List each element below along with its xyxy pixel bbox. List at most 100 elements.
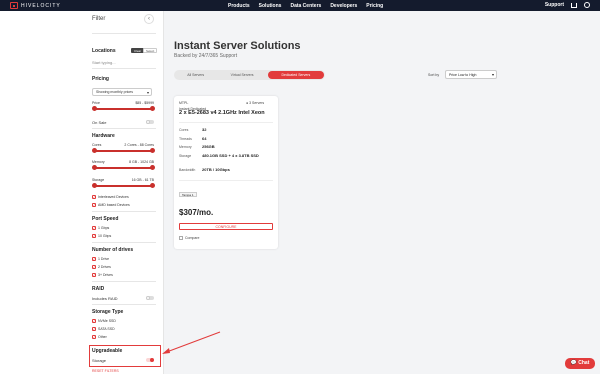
check-icon: ✓ <box>92 273 96 277</box>
check-icon: ✓ <box>92 234 96 238</box>
price-slider[interactable] <box>92 106 155 111</box>
pricing-title: Pricing <box>92 76 109 82</box>
slider-handle[interactable] <box>92 165 97 170</box>
spec-label: Threads <box>179 137 192 141</box>
nav-data-centers[interactable]: Data Centers <box>290 3 321 9</box>
checkbox-amd[interactable]: ✓ AMD based Devices <box>92 203 130 207</box>
divider <box>92 33 156 34</box>
tab-virtual-servers[interactable]: Virtual Servers <box>218 71 265 79</box>
page-title: Instant Server Solutions <box>174 40 301 52</box>
divider <box>92 68 156 69</box>
collapse-filter-button[interactable]: ‹ <box>144 14 154 24</box>
locations-title: Locations <box>92 48 116 54</box>
storage-slider[interactable] <box>92 183 155 188</box>
card-price: $307/mo. <box>179 208 214 217</box>
checkbox-label: 1 Drive <box>98 257 110 261</box>
divider <box>92 242 156 243</box>
card-title: 2 x E5-2683 v4 2.1GHz Intel Xeon <box>179 110 265 116</box>
brand-name: HIVELOCITY <box>21 2 61 9</box>
storage-type-title: Storage Type <box>92 309 124 315</box>
raid-toggle[interactable] <box>146 296 154 300</box>
nav-solutions[interactable]: Solutions <box>259 3 282 9</box>
slider-handle[interactable] <box>92 148 97 153</box>
memory-range: 8 GB - 1024 GB <box>129 160 154 164</box>
checkbox-label: AMD based Devices <box>98 203 130 207</box>
locations-input[interactable]: Start typing... <box>92 60 116 65</box>
checkbox-label: 1 Gbps <box>98 226 110 230</box>
on-sale-toggle[interactable] <box>146 120 154 124</box>
server-card: MTPL ● 3 Servers Instant Dedicated 2 x E… <box>174 96 278 249</box>
spec-value: 20TB / 10Gbps <box>202 167 230 172</box>
user-icon[interactable] <box>584 2 590 8</box>
checkbox-interleaved[interactable]: ✓ Interleaved Devices <box>92 195 129 199</box>
chat-button[interactable]: 💬 Chat <box>565 358 595 369</box>
slider-handle[interactable] <box>150 165 155 170</box>
check-icon: ✓ <box>92 257 96 261</box>
top-nav: HIVELOCITY Products Solutions Data Cente… <box>0 0 600 11</box>
check-icon: ✓ <box>92 203 96 207</box>
nav-products[interactable]: Products <box>228 3 250 9</box>
slider-handle[interactable] <box>150 106 155 111</box>
slider-handle[interactable] <box>150 183 155 188</box>
card-location: MTPL <box>179 101 189 105</box>
divider <box>92 128 156 129</box>
storage-range: 16 GB - 61 TB <box>131 178 154 182</box>
checkbox-label: NVMe SSD <box>98 319 116 323</box>
server-tabs: All Servers Virtual Servers Dedicated Se… <box>174 70 325 80</box>
spec-label: Storage <box>179 154 192 158</box>
memory-label: Memory <box>92 160 105 164</box>
check-icon: ✓ <box>92 265 96 269</box>
spec-label: Bandwidth <box>179 168 196 172</box>
card-stock: ● 3 Servers <box>246 101 265 105</box>
upgradeable-storage-toggle[interactable] <box>146 358 154 362</box>
reset-filters-link[interactable]: RESET FILTERS <box>92 369 119 373</box>
spec-value: 32 <box>202 127 207 132</box>
compare-checkbox[interactable]: Compare <box>179 236 199 240</box>
price-range-row: Price $85 - $5999 <box>92 101 154 105</box>
checkbox-nvme[interactable]: ✓ NVMe SSD <box>92 319 116 323</box>
price-label: Price <box>92 101 100 105</box>
checkbox-1-drive[interactable]: ✓ 1 Drive <box>92 257 109 261</box>
slider-handle[interactable] <box>92 106 97 111</box>
divider <box>92 304 156 305</box>
cores-range: 2 Cores - 88 Cores <box>124 143 154 147</box>
checkbox-icon <box>179 236 183 240</box>
nav-developers[interactable]: Developers <box>330 3 357 9</box>
checkbox-other[interactable]: ✓ Other <box>92 335 107 339</box>
toggle-knob <box>146 120 150 124</box>
pricing-select[interactable]: Showing monthly prices <box>92 88 152 96</box>
sort-label: Sort by <box>428 73 440 77</box>
divider <box>92 211 156 212</box>
checkbox-3-drives[interactable]: ✓ 3+ Drives <box>92 273 113 277</box>
storage-range-row: Storage 16 GB - 61 TB <box>92 178 154 182</box>
brand-logo[interactable]: HIVELOCITY <box>10 2 61 9</box>
slider-handle[interactable] <box>150 148 155 153</box>
tab-dedicated-servers[interactable]: Dedicated Servers <box>267 71 324 79</box>
checkbox-1gbps[interactable]: ✓ 1 Gbps <box>92 226 109 230</box>
configure-button[interactable]: CONFIGURE <box>179 223 273 230</box>
memory-range-row: Memory 8 GB - 1024 GB <box>92 160 154 164</box>
divider <box>179 122 273 123</box>
cores-slider[interactable] <box>92 148 155 153</box>
check-icon: ✓ <box>92 195 96 199</box>
checkbox-10gbps[interactable]: ✓ 10 Gbps <box>92 234 111 238</box>
nav-pricing[interactable]: Pricing <box>366 3 383 9</box>
location-tag: Tampa 1 <box>179 192 197 197</box>
memory-slider[interactable] <box>92 165 155 170</box>
cart-icon[interactable] <box>571 2 577 8</box>
checkbox-sata[interactable]: ✓ SATA SSD <box>92 327 115 331</box>
toggle-knob <box>146 296 150 300</box>
checkbox-label: 3+ Drives <box>98 273 113 277</box>
spec-value: 480.1GB SSD + 4 x 3.8TB SSD <box>202 153 259 158</box>
hardware-title: Hardware <box>92 133 115 139</box>
compare-label: Compare <box>185 236 200 240</box>
locations-select-button[interactable]: Select <box>143 48 158 53</box>
sort-select[interactable]: Price Low to High <box>445 70 497 79</box>
drives-title: Number of drives <box>92 247 134 253</box>
toggle-knob <box>150 358 154 362</box>
tab-all-servers[interactable]: All Servers <box>175 71 216 79</box>
checkbox-2-drives[interactable]: ✓ 2 Drives <box>92 265 111 269</box>
slider-handle[interactable] <box>92 183 97 188</box>
nav-support[interactable]: Support <box>545 2 564 8</box>
upgradeable-storage-label: Storage <box>92 358 107 363</box>
